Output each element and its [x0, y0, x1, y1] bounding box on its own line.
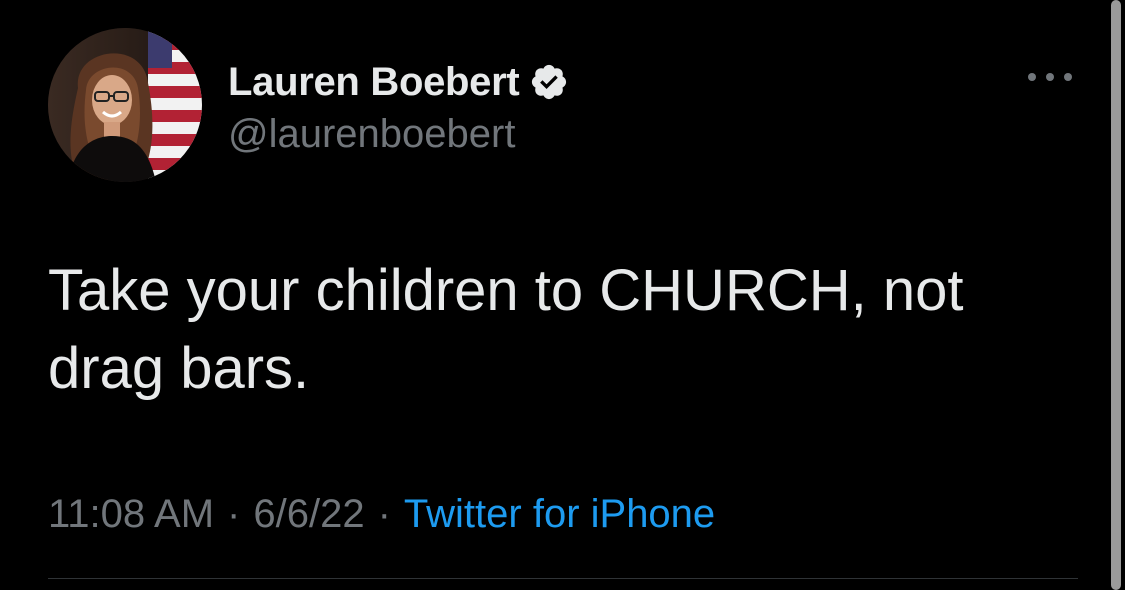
- meta-separator: ·: [377, 492, 391, 536]
- author-display-name[interactable]: Lauren Boebert: [228, 60, 520, 105]
- author-name-row: Lauren Boebert: [228, 58, 569, 106]
- tweet-date[interactable]: 6/6/22: [253, 492, 364, 537]
- more-options-button[interactable]: [1028, 62, 1072, 92]
- verified-badge-icon: [529, 62, 569, 102]
- tweet-metadata: 11:08 AM · 6/6/22 · Twitter for iPhone: [48, 492, 715, 537]
- avatar[interactable]: [48, 28, 202, 182]
- scrollbar[interactable]: [1111, 0, 1121, 590]
- author-handle[interactable]: @laurenboebert: [228, 112, 515, 157]
- profile-photo-icon: [48, 28, 202, 182]
- ellipsis-dot-icon: [1028, 73, 1036, 81]
- ellipsis-dot-icon: [1064, 73, 1072, 81]
- tweet-time[interactable]: 11:08 AM: [48, 492, 214, 537]
- ellipsis-dot-icon: [1046, 73, 1054, 81]
- meta-separator: ·: [227, 492, 241, 536]
- tweet-source-link[interactable]: Twitter for iPhone: [404, 492, 715, 537]
- divider: [48, 578, 1078, 579]
- tweet-detail: Lauren Boebert @laurenboebert Take your …: [0, 0, 1125, 590]
- tweet-text: Take your children to CHURCH, not drag b…: [48, 258, 964, 401]
